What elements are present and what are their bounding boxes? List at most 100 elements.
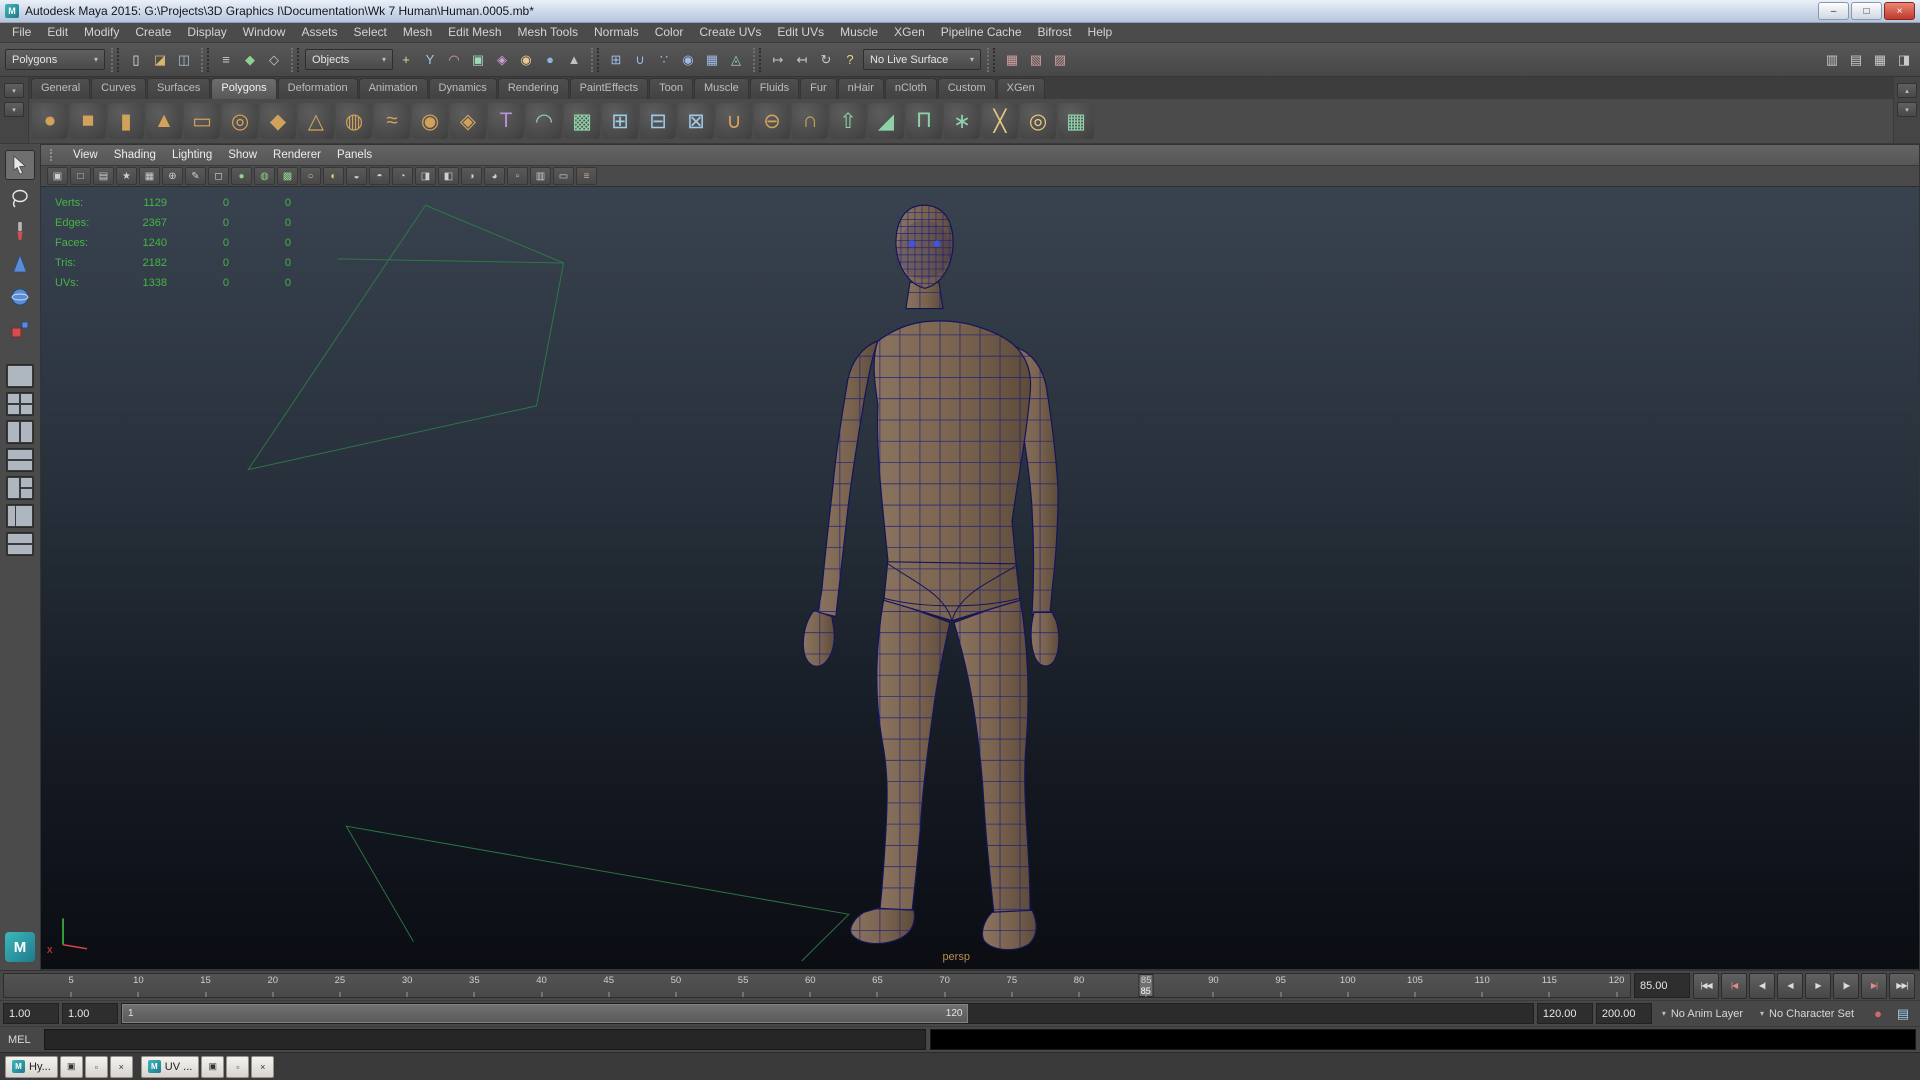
menu-mesh[interactable]: Mesh — [395, 23, 440, 42]
status-grip[interactable] — [111, 48, 119, 72]
menu-window[interactable]: Window — [235, 23, 294, 42]
poly-smooth-icon[interactable]: ▩ — [564, 103, 600, 139]
poly-pipe-icon[interactable]: ◍ — [336, 103, 372, 139]
menu-select[interactable]: Select — [345, 23, 394, 42]
live-surface-combo[interactable]: No Live Surface▾ — [863, 49, 981, 70]
exposure-icon[interactable]: ◑ — [461, 167, 482, 185]
ipr-render-icon[interactable]: ▧ — [1025, 49, 1047, 71]
poly-cube-icon[interactable]: ■ — [70, 103, 106, 139]
poly-extrude-icon[interactable]: ⇧ — [830, 103, 866, 139]
poly-cylinder-icon[interactable]: ▮ — [108, 103, 144, 139]
shelf-menu-icon[interactable]: ▾ — [4, 102, 24, 117]
multi-cut-icon[interactable]: ╳ — [982, 103, 1018, 139]
shelf-scroll-up-icon[interactable]: ▴ — [1897, 83, 1917, 98]
single-pane-layout[interactable] — [6, 364, 34, 388]
three-pane-layout[interactable] — [6, 476, 34, 500]
shelf-tab-polygons[interactable]: Polygons — [211, 78, 276, 99]
close-button[interactable]: × — [1884, 2, 1915, 20]
panel-menu-view[interactable]: View — [65, 145, 106, 165]
menu-modify[interactable]: Modify — [76, 23, 127, 42]
menu-bifrost[interactable]: Bifrost — [1030, 23, 1080, 42]
attribute-editor-toggle-icon[interactable]: ▥ — [1821, 49, 1843, 71]
gamma-icon[interactable]: ◕ — [484, 167, 505, 185]
menu-xgen[interactable]: XGen — [886, 23, 933, 42]
snap-to-view-planes-icon[interactable]: ▦ — [701, 49, 723, 71]
shelf-tab-deformation[interactable]: Deformation — [278, 78, 358, 99]
panel-menu-shading[interactable]: Shading — [106, 145, 164, 165]
bookmarks-icon[interactable]: ★ — [116, 167, 137, 185]
snap-to-curves-icon[interactable]: ∪ — [629, 49, 651, 71]
lasso-tool[interactable] — [5, 183, 35, 213]
poly-bevel-icon[interactable]: ◢ — [868, 103, 904, 139]
range-slider-groove[interactable]: 1 120 — [121, 1003, 1534, 1024]
snap-to-grids-icon[interactable]: ⊞ — [605, 49, 627, 71]
snap-to-points-icon[interactable]: ∵ — [653, 49, 675, 71]
quick-help-icon[interactable]: ? — [839, 49, 861, 71]
poly-platonic-icon[interactable]: ◈ — [450, 103, 486, 139]
wireframe-on-shaded-icon[interactable]: ◍ — [254, 167, 275, 185]
outliner-persp-layout[interactable] — [6, 504, 34, 528]
step-forward-key-button[interactable]: ▶| — [1861, 973, 1887, 999]
playback-start-field[interactable]: 1.00 — [62, 1003, 118, 1024]
select-camera-icon[interactable]: ▣ — [47, 167, 68, 185]
wireframe-mode-icon[interactable]: ◻ — [208, 167, 229, 185]
shelf-tab-general[interactable]: General — [31, 78, 90, 99]
poly-helix-icon[interactable]: ≈ — [374, 103, 410, 139]
shelf-tab-animation[interactable]: Animation — [359, 78, 428, 99]
minimize-window-icon[interactable]: ▫ — [85, 1056, 108, 1078]
status-grip[interactable] — [987, 48, 995, 72]
boolean-intersection-icon[interactable]: ∩ — [792, 103, 828, 139]
textured-mode-icon[interactable]: ▩ — [277, 167, 298, 185]
multisampling-icon[interactable]: ◔ — [392, 167, 413, 185]
mask-rendering-icon[interactable]: ● — [539, 49, 561, 71]
minimized-window-1[interactable]: MHy... — [5, 1056, 58, 1078]
human-mesh[interactable] — [803, 205, 1059, 949]
shadows-icon[interactable]: ◐ — [323, 167, 344, 185]
viewport[interactable]: Verts:112900Edges:236700Faces:124000Tris… — [41, 187, 1919, 969]
menu-muscle[interactable]: Muscle — [832, 23, 886, 42]
render-current-frame-icon[interactable]: ▦ — [1001, 49, 1023, 71]
save-scene-icon[interactable]: ◫ — [173, 49, 195, 71]
poly-torus-icon[interactable]: ◎ — [222, 103, 258, 139]
field-chart-icon[interactable]: ▥ — [530, 167, 551, 185]
menu-create[interactable]: Create — [127, 23, 179, 42]
move-tool[interactable] — [5, 249, 35, 279]
shelf-tab-custom[interactable]: Custom — [938, 78, 996, 99]
poly-prism-icon[interactable]: ◆ — [260, 103, 296, 139]
panel-menu-show[interactable]: Show — [220, 145, 265, 165]
lock-camera-icon[interactable]: □ — [70, 167, 91, 185]
menu-pipeline-cache[interactable]: Pipeline Cache — [933, 23, 1030, 42]
character-set-selector[interactable]: ▾ No Character Set — [1753, 1003, 1861, 1024]
current-time-field[interactable]: 85.00 — [1634, 973, 1690, 998]
shelf-tab-menu-icon[interactable]: ▾ — [4, 83, 24, 98]
boolean-union-icon[interactable]: ∪ — [716, 103, 752, 139]
menu-file[interactable]: File — [4, 23, 39, 42]
poly-type-icon[interactable]: T — [488, 103, 524, 139]
maximize-button[interactable]: □ — [1851, 2, 1882, 20]
target-weld-icon[interactable]: ◎ — [1020, 103, 1056, 139]
poly-soccer-ball-icon[interactable]: ◉ — [412, 103, 448, 139]
viewport-scene[interactable]: x — [41, 187, 1919, 969]
smooth-shade-mode-icon[interactable]: ● — [231, 167, 252, 185]
panel-menu-renderer[interactable]: Renderer — [265, 145, 329, 165]
anim-layer-selector[interactable]: ▾ No Anim Layer — [1655, 1003, 1750, 1024]
shelf-tab-nhair[interactable]: nHair — [838, 78, 884, 99]
selection-mask-combo[interactable]: Objects▾ — [305, 49, 393, 70]
animation-start-field[interactable]: 1.00 — [3, 1003, 59, 1024]
image-plane-icon[interactable]: ▦ — [139, 167, 160, 185]
playback-end-field[interactable]: 120.00 — [1537, 1003, 1593, 1024]
snap-to-projected-center-icon[interactable]: ◉ — [677, 49, 699, 71]
grease-pencil-icon[interactable]: ✎ — [185, 167, 206, 185]
close-window-icon[interactable]: × — [251, 1056, 274, 1078]
restore-window-icon[interactable]: ▣ — [60, 1056, 83, 1078]
sculpt-tool-icon[interactable]: ◠ — [526, 103, 562, 139]
merge-vertices-icon[interactable]: ∗ — [944, 103, 980, 139]
four-pane-layout[interactable] — [6, 392, 34, 416]
status-grip[interactable] — [201, 48, 209, 72]
select-object-icon[interactable]: ◆ — [239, 49, 261, 71]
status-grip[interactable] — [753, 48, 761, 72]
status-grip[interactable] — [591, 48, 599, 72]
construction-history-icon[interactable]: ↻ — [815, 49, 837, 71]
open-scene-icon[interactable]: ◪ — [149, 49, 171, 71]
selection-mode-combo[interactable]: Polygons▾ — [5, 49, 105, 70]
